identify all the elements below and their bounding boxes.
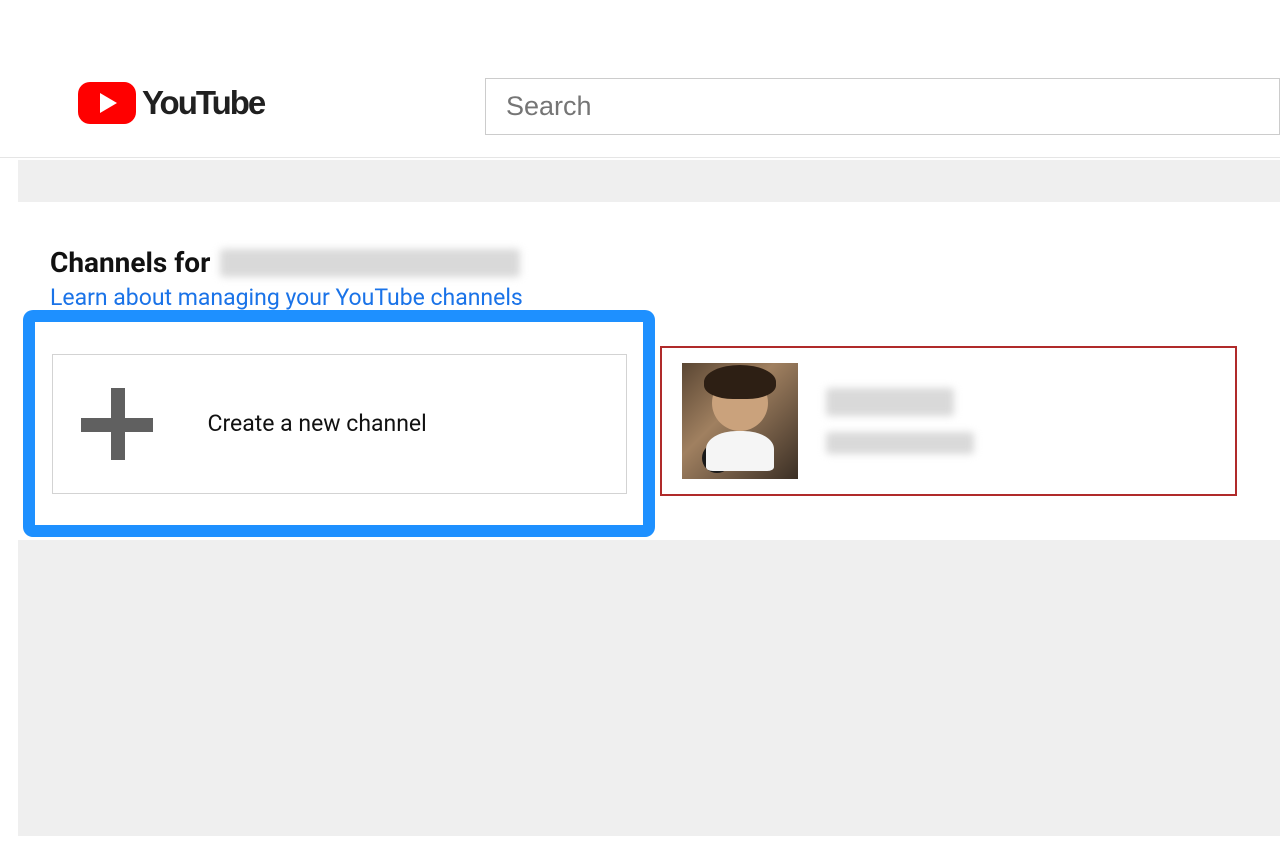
create-channel-card[interactable]: Create a new channel [52,354,627,494]
page-heading: Channels for [50,246,520,279]
grey-band-top [18,160,1280,202]
redacted-channel-name [826,388,954,416]
grey-band-bottom [18,540,1280,836]
create-channel-label: Create a new channel [208,410,427,437]
channel-avatar [682,363,798,479]
youtube-logo[interactable]: YouTube [78,82,264,124]
learn-more-link[interactable]: Learn about managing your YouTube channe… [50,284,523,311]
header: YouTube [0,0,1280,158]
existing-channel-card[interactable] [660,346,1237,496]
search-bar[interactable] [485,78,1280,135]
plus-icon [81,388,153,460]
brand-name: YouTube [142,84,264,122]
channel-info [826,388,974,454]
heading-prefix: Channels for [50,246,210,279]
redacted-channel-meta [826,432,974,454]
redacted-account-name [220,249,520,277]
search-input[interactable] [504,90,1261,123]
highlight-create-channel: Create a new channel [23,310,655,537]
youtube-play-icon [78,82,136,124]
